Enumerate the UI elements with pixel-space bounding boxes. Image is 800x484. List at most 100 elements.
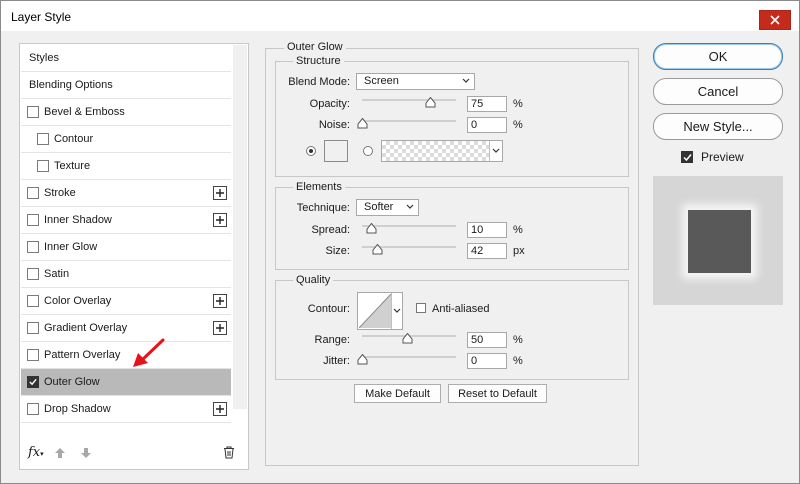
sidebar-item-outer-glow[interactable]: Outer Glow bbox=[21, 369, 231, 396]
fx-icon[interactable]: fx▾ bbox=[28, 445, 44, 460]
jitter-slider[interactable] bbox=[362, 356, 456, 358]
technique-label: Technique: bbox=[296, 202, 350, 214]
plus-icon[interactable] bbox=[213, 213, 227, 227]
dropdown-caret-icon bbox=[406, 204, 414, 209]
sidebar-item-label: Texture bbox=[54, 160, 91, 172]
slider-thumb-icon[interactable] bbox=[366, 223, 377, 234]
preview-swatch bbox=[686, 208, 753, 275]
sidebar-item-drop-shadow[interactable]: Drop Shadow bbox=[21, 396, 231, 423]
plus-icon[interactable] bbox=[213, 294, 227, 308]
new-style-button[interactable]: New Style... bbox=[653, 113, 783, 140]
sidebar-item-checkbox[interactable] bbox=[27, 106, 39, 118]
size-value: 42 bbox=[471, 245, 484, 257]
slider-thumb-icon[interactable] bbox=[357, 354, 368, 365]
sidebar-item-checkbox[interactable] bbox=[27, 268, 39, 280]
noise-unit: % bbox=[513, 119, 523, 131]
glow-color-swatch[interactable] bbox=[324, 140, 348, 162]
sidebar-item-checkbox[interactable] bbox=[37, 160, 49, 172]
styles-list-scrollbar[interactable] bbox=[233, 45, 247, 409]
sidebar-item-checkbox[interactable] bbox=[27, 322, 39, 334]
sidebar-item-label: Gradient Overlay bbox=[44, 322, 128, 334]
quality-title: Quality bbox=[293, 274, 334, 286]
plus-icon[interactable] bbox=[213, 186, 227, 200]
sidebar-item-label: Contour bbox=[54, 133, 94, 145]
opacity-input[interactable]: 75 bbox=[467, 96, 507, 112]
sidebar-item-checkbox[interactable] bbox=[37, 133, 49, 145]
dialog-body: Styles Blending Options Bevel & Emboss Cont… bbox=[1, 31, 799, 483]
preview-checkbox[interactable] bbox=[681, 151, 693, 163]
sidebar-item-checkbox[interactable] bbox=[27, 187, 39, 199]
outer-glow-title: Outer Glow bbox=[284, 41, 346, 53]
sidebar-item-checkbox[interactable] bbox=[27, 376, 39, 388]
sidebar-item-checkbox[interactable] bbox=[27, 241, 39, 253]
contour-picker[interactable] bbox=[357, 292, 403, 330]
sidebar-item-checkbox[interactable] bbox=[27, 403, 39, 415]
reset-to-default-button[interactable]: Reset to Default bbox=[448, 384, 547, 403]
sidebar-item-label: Drop Shadow bbox=[44, 403, 111, 415]
sidebar-item-satin[interactable]: Satin bbox=[21, 261, 231, 288]
jitter-unit: % bbox=[513, 355, 523, 367]
checkmark-icon bbox=[683, 154, 692, 162]
move-up-icon[interactable] bbox=[54, 447, 66, 459]
anti-aliased-checkbox[interactable] bbox=[416, 303, 426, 313]
gradient-dropdown-toggle[interactable] bbox=[489, 141, 502, 161]
sidebar-item-texture[interactable]: Texture bbox=[21, 153, 231, 180]
sidebar-item-pattern-overlay[interactable]: Pattern Overlay bbox=[21, 342, 231, 369]
gradient-radio[interactable] bbox=[363, 146, 373, 156]
preview-label: Preview bbox=[701, 150, 744, 164]
sidebar-item-inner-glow[interactable]: Inner Glow bbox=[21, 234, 231, 261]
slider-thumb-icon[interactable] bbox=[357, 118, 368, 129]
jitter-value: 0 bbox=[471, 355, 478, 367]
sidebar-item-blending-options[interactable]: Blending Options bbox=[21, 72, 231, 99]
slider-thumb-icon[interactable] bbox=[372, 244, 383, 255]
move-down-icon[interactable] bbox=[80, 447, 92, 459]
sidebar-item-checkbox[interactable] bbox=[27, 295, 39, 307]
close-button[interactable] bbox=[759, 10, 791, 30]
sidebar-item-gradient-overlay[interactable]: Gradient Overlay bbox=[21, 315, 231, 342]
sidebar-item-checkbox[interactable] bbox=[27, 349, 39, 361]
ok-button[interactable]: OK bbox=[653, 43, 783, 70]
sidebar-item-bevel-emboss[interactable]: Bevel & Emboss bbox=[21, 99, 231, 126]
range-value: 50 bbox=[471, 334, 484, 346]
sidebar-item-styles[interactable]: Styles bbox=[21, 45, 231, 72]
range-input[interactable]: 50 bbox=[467, 332, 507, 348]
blend-mode-select[interactable]: Screen bbox=[356, 73, 475, 90]
title-bar[interactable]: Layer Style bbox=[1, 1, 799, 31]
annotation-arrow-icon bbox=[133, 338, 165, 367]
spread-value: 10 bbox=[471, 224, 484, 236]
make-default-button[interactable]: Make Default bbox=[354, 384, 441, 403]
slider-thumb-icon[interactable] bbox=[425, 97, 436, 108]
jitter-input[interactable]: 0 bbox=[467, 353, 507, 369]
dropdown-caret-icon bbox=[462, 78, 470, 83]
plus-icon[interactable] bbox=[213, 402, 227, 416]
sidebar-item-checkbox[interactable] bbox=[27, 214, 39, 226]
slider-thumb-icon[interactable] bbox=[402, 333, 413, 344]
trash-icon[interactable] bbox=[223, 446, 235, 459]
size-label: Size: bbox=[325, 245, 350, 257]
technique-value: Softer bbox=[364, 201, 394, 213]
cancel-button[interactable]: Cancel bbox=[653, 78, 783, 105]
plus-icon[interactable] bbox=[213, 321, 227, 335]
opacity-slider[interactable] bbox=[362, 99, 456, 101]
elements-title: Elements bbox=[293, 181, 345, 193]
dropdown-caret-icon bbox=[393, 308, 401, 313]
solid-color-radio[interactable] bbox=[306, 146, 316, 156]
spread-input[interactable]: 10 bbox=[467, 222, 507, 238]
sidebar-item-label: Inner Shadow bbox=[44, 214, 112, 226]
sidebar-item-label: Stroke bbox=[44, 187, 76, 199]
styles-list: Styles Blending Options Bevel & Emboss Cont… bbox=[21, 45, 231, 423]
noise-input[interactable]: 0 bbox=[467, 117, 507, 133]
window-title: Layer Style bbox=[11, 10, 72, 24]
sidebar-item-stroke[interactable]: Stroke bbox=[21, 180, 231, 207]
technique-select[interactable]: Softer bbox=[356, 199, 419, 216]
sidebar-item-color-overlay[interactable]: Color Overlay bbox=[21, 288, 231, 315]
checkmark-icon bbox=[29, 378, 37, 386]
sidebar-item-inner-shadow[interactable]: Inner Shadow bbox=[21, 207, 231, 234]
noise-slider[interactable] bbox=[362, 120, 456, 122]
blend-mode-label: Blend Mode: bbox=[288, 76, 350, 88]
contour-dropdown-toggle[interactable] bbox=[391, 293, 402, 329]
sidebar-item-label: Bevel & Emboss bbox=[44, 106, 125, 118]
glow-gradient-picker[interactable] bbox=[381, 140, 503, 162]
size-input[interactable]: 42 bbox=[467, 243, 507, 259]
sidebar-item-contour[interactable]: Contour bbox=[21, 126, 231, 153]
